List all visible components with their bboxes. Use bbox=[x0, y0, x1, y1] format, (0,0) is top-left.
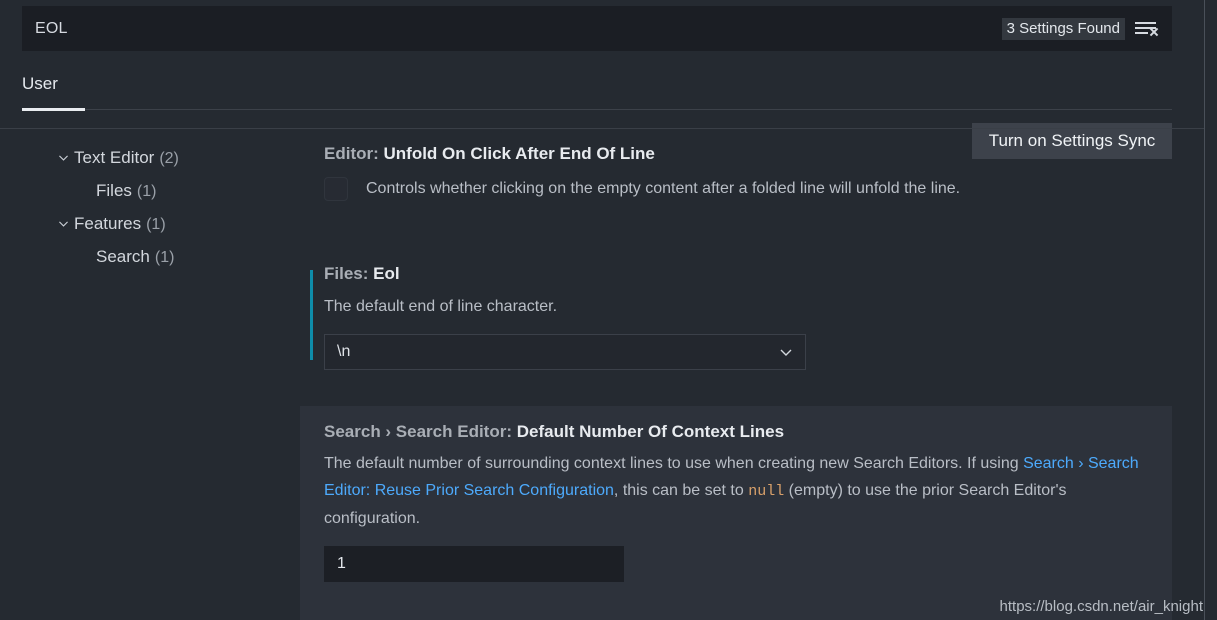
toc-count: (1) bbox=[155, 249, 175, 267]
setting-row-default-number-of-context-lines: Search › Search Editor: Default Number O… bbox=[300, 406, 1172, 620]
search-input-value: EOL bbox=[35, 20, 1002, 38]
tab-row-divider bbox=[85, 109, 1172, 110]
toc-item-text-editor[interactable]: Text Editor (2) bbox=[0, 141, 300, 174]
toc-label: Files bbox=[96, 181, 132, 201]
setting-row-unfold-on-click-after-end-of-line: Editor: Unfold On Click After End Of Lin… bbox=[300, 144, 1205, 202]
clear-search-results-icon[interactable] bbox=[1133, 16, 1159, 42]
toc-count: (1) bbox=[146, 216, 166, 234]
toc-item-files[interactable]: Files (1) bbox=[0, 174, 300, 207]
chevron-down-icon bbox=[52, 217, 74, 230]
setting-title: Files: Eol bbox=[324, 264, 1205, 284]
settings-search-input[interactable]: EOL 3 Settings Found bbox=[22, 6, 1172, 51]
chevron-down-icon bbox=[778, 344, 794, 360]
setting-description: The default end of line character. bbox=[324, 293, 1154, 320]
setting-name: Unfold On Click After End Of Line bbox=[384, 144, 655, 163]
toc-label: Search bbox=[96, 247, 150, 267]
setting-category: Files: bbox=[324, 264, 373, 283]
setting-name: Eol bbox=[373, 264, 399, 283]
setting-name: Default Number Of Context Lines bbox=[517, 422, 784, 441]
toc-item-features[interactable]: Features (1) bbox=[0, 207, 300, 240]
tab-user[interactable]: User bbox=[22, 74, 58, 102]
header-bottom-divider bbox=[0, 128, 1205, 129]
setting-description: The default number of surrounding contex… bbox=[324, 450, 1154, 532]
toc-label: Features bbox=[74, 214, 141, 234]
settings-toc-sidebar: Text Editor (2) Files (1) Features (1) S… bbox=[0, 132, 300, 620]
chevron-down-icon bbox=[52, 151, 74, 164]
clear-filter-line-1 bbox=[1135, 22, 1156, 24]
tab-active-underline bbox=[22, 108, 85, 111]
modified-setting-indicator bbox=[310, 270, 313, 360]
clear-filter-x-mark bbox=[1149, 27, 1158, 36]
toc-item-search[interactable]: Search (1) bbox=[0, 240, 300, 273]
description-part-2: , this can be set to bbox=[614, 482, 748, 499]
files-eol-select[interactable]: \n bbox=[324, 334, 806, 370]
setting-row-files-eol: Files: Eol The default end of line chara… bbox=[300, 264, 1205, 370]
settings-search-row: EOL 3 Settings Found bbox=[0, 0, 1217, 56]
settings-tab-row: User Turn on Settings Sync bbox=[0, 56, 1217, 128]
watermark-text: https://blog.csdn.net/air_knight bbox=[1000, 598, 1203, 615]
setting-category: Editor: bbox=[324, 144, 384, 163]
unfold-on-click-checkbox[interactable] bbox=[324, 177, 348, 201]
default-number-of-context-lines-input[interactable]: 1 bbox=[324, 546, 624, 582]
description-part-1: The default number of surrounding contex… bbox=[324, 455, 1023, 472]
null-code-token: null bbox=[748, 483, 784, 500]
window-right-gutter bbox=[1205, 0, 1217, 620]
setting-title: Search › Search Editor: Default Number O… bbox=[324, 422, 1172, 442]
toc-count: (2) bbox=[159, 150, 179, 168]
context-lines-value: 1 bbox=[337, 555, 346, 573]
setting-description: Controls whether clicking on the empty c… bbox=[366, 175, 960, 202]
setting-category: Search › Search Editor: bbox=[324, 422, 517, 441]
setting-title: Editor: Unfold On Click After End Of Lin… bbox=[324, 144, 1205, 164]
toc-label: Text Editor bbox=[74, 148, 154, 168]
settings-found-count: 3 Settings Found bbox=[1002, 18, 1125, 40]
clear-filter-line-3 bbox=[1135, 32, 1148, 34]
toc-count: (1) bbox=[137, 183, 157, 201]
files-eol-selected-value: \n bbox=[337, 343, 350, 361]
settings-list: Editor: Unfold On Click After End Of Lin… bbox=[300, 132, 1205, 620]
